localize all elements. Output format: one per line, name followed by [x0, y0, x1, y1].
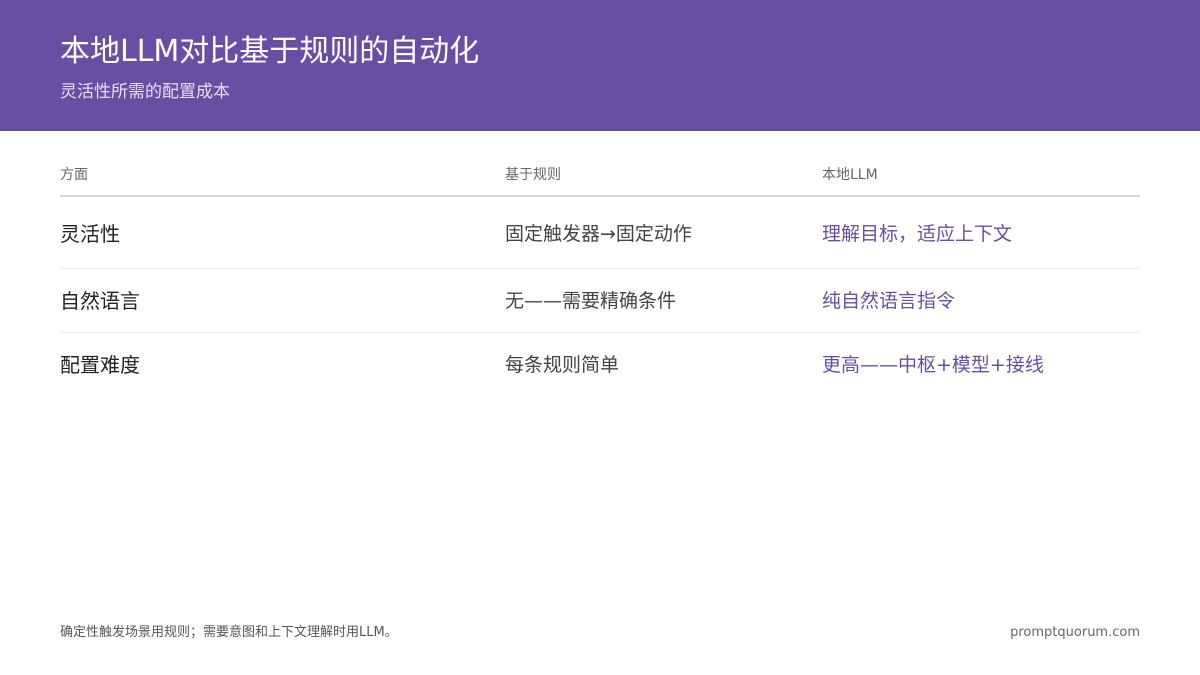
column-header-local-llm: 本地LLM [822, 167, 878, 183]
column-header-aspect: 方面 [60, 167, 88, 183]
table-header: 方面 基于规则 本地LLM [60, 160, 1140, 197]
row-rule-based-cell: 固定触发器→固定动作 [505, 223, 692, 245]
row-local-llm-cell: 纯自然语言指令 [822, 290, 956, 312]
table-row: 灵活性 固定触发器→固定动作 理解目标，适应上下文 [60, 197, 1140, 269]
row-local-llm-cell: 更高——中枢+模型+接线 [822, 354, 1044, 376]
row-rule-based-cell: 每条规则简单 [505, 354, 620, 376]
row-aspect-cell: 自然语言 [60, 289, 140, 313]
header-banner: 本地LLM对比基于规则的自动化 灵活性所需的配置成本 [0, 0, 1200, 131]
row-rule-based-cell: 无——需要精确条件 [505, 290, 677, 312]
column-header-rule-based: 基于规则 [505, 167, 561, 183]
footer-site-link[interactable]: promptquorum.com [1010, 624, 1140, 642]
row-aspect-cell: 配置难度 [60, 353, 140, 377]
row-local-llm-cell: 理解目标，适应上下文 [822, 223, 1013, 245]
comparison-table: 方面 基于规则 本地LLM 灵活性 固定触发器→固定动作 理解目标，适应上下文 … [60, 160, 1140, 396]
row-aspect-cell: 灵活性 [60, 222, 120, 246]
table-row: 配置难度 每条规则简单 更高——中枢+模型+接线 [60, 333, 1140, 396]
page-title: 本地LLM对比基于规则的自动化 [60, 34, 480, 69]
table-row: 自然语言 无——需要精确条件 纯自然语言指令 [60, 269, 1140, 333]
page-subtitle: 灵活性所需的配置成本 [60, 82, 230, 102]
footer-note: 确定性触发场景用规则；需要意图和上下文理解时用LLM。 [60, 625, 398, 640]
